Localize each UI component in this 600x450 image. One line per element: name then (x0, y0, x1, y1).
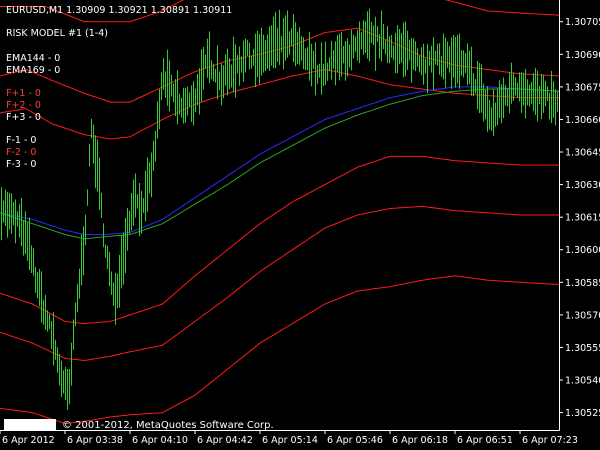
x-tick-label: 6 Apr 06:51 (457, 435, 513, 446)
fplus3-label: F+3 - 0 (6, 112, 41, 123)
ema169-label: EMA169 - 0 (6, 65, 61, 76)
chart-background (0, 0, 600, 450)
fminus3-label: F-3 - 0 (6, 159, 37, 170)
fminus2-label: F-2 - 0 (6, 147, 37, 158)
y-tick-label: 1.30615 (565, 213, 600, 224)
x-tick-label: 6 Apr 07:23 (522, 435, 578, 446)
fplus1-label: F+1 - 0 (6, 88, 41, 99)
chart-area: 1.30705 1.30690 1.30675 1.30660 1.30645 1.306… (0, 0, 600, 450)
y-tick-label: 1.30570 (565, 310, 600, 321)
y-tick-label: 1.30705 (565, 17, 600, 28)
y-tick-label: 1.30630 (565, 180, 600, 191)
x-tick-label: 6 Apr 06:18 (392, 435, 448, 446)
y-tick-label: 1.30660 (565, 115, 600, 126)
y-tick-label: 1.30540 (565, 376, 600, 387)
y-tick-label: 1.30585 (565, 278, 600, 289)
y-tick-label: 1.30690 (565, 50, 600, 61)
x-tick-label: 6 Apr 04:10 (132, 435, 188, 446)
risk-model-label: RISK MODEL #1 (1-4) (6, 28, 108, 39)
y-tick-label: 1.30600 (565, 245, 600, 256)
x-tick-label: 6 Apr 05:14 (262, 435, 318, 446)
logo-box (4, 419, 56, 431)
x-tick-label: 6 Apr 03:38 (67, 435, 123, 446)
x-tick-label: 6 Apr 2012 (2, 435, 55, 446)
copyright-text: © 2001-2012, MetaQuotes Software Corp. (62, 419, 274, 431)
ema144-label: EMA144 - 0 (6, 53, 61, 64)
fminus1-label: F-1 - 0 (6, 135, 37, 146)
x-tick-label: 6 Apr 04:42 (197, 435, 253, 446)
symbol-info: EURUSD,M1 1.30909 1.30921 1.30891 1.3091… (6, 5, 233, 16)
y-tick-label: 1.30555 (565, 343, 600, 354)
fplus2-label: F+2 - 0 (6, 100, 41, 111)
y-tick-label: 1.30525 (565, 408, 600, 419)
copyright-notice: © 2001-2012, MetaQuotes Software Corp. (4, 419, 274, 431)
x-tick-label: 6 Apr 05:46 (327, 435, 383, 446)
y-tick-label: 1.30645 (565, 148, 600, 159)
y-tick-label: 1.30675 (565, 82, 600, 93)
